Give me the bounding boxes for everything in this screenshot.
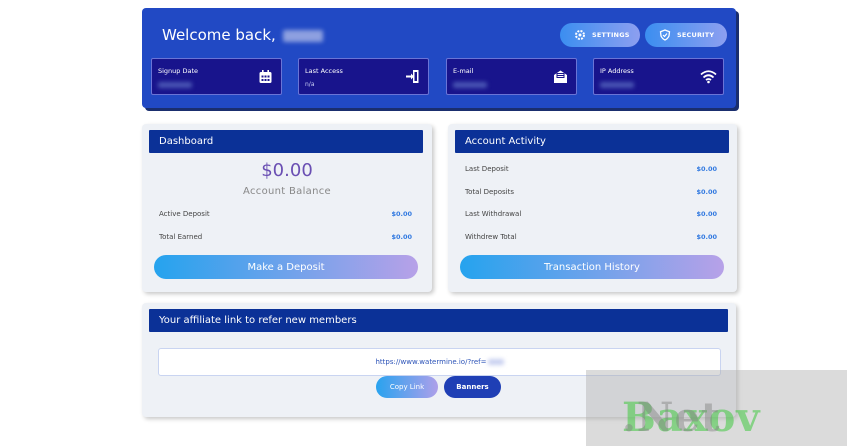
account-activity-card: Account Activity Last Deposit $0.00 Tota… [448,124,737,292]
row-label: Active Deposit [159,210,210,218]
withdrew-total-row: Withdrew Total $0.00 [465,233,717,245]
last-access-box: Last Access n/a [298,58,429,95]
total-deposits-row: Total Deposits $0.00 [465,188,717,200]
signup-date-box: Signup Date [151,58,282,95]
sign-in-icon [405,69,420,84]
username-redacted [282,29,323,42]
signup-date-label: Signup Date [158,67,199,75]
dashboard-title: Dashboard [149,130,423,153]
last-access-value: n/a [305,81,315,88]
settings-button[interactable]: SETTINGS [560,23,640,47]
shield-icon [659,29,671,41]
row-value: $0.00 [391,210,412,218]
watermark: Baxov .Net [586,370,847,446]
referral-code-redacted [487,359,504,365]
email-box: E-mail [446,58,577,95]
security-label: SECURITY [677,31,715,39]
total-earned-row: Total Earned $0.00 [159,233,412,245]
envelope-icon [553,69,568,84]
welcome-text: Welcome back, [162,26,323,44]
ip-address-label: IP Address [600,67,634,75]
affiliate-title: Your affiliate link to refer new members [149,309,728,332]
welcome-header: Welcome back, SETTINGS SECURITY Signup D… [142,8,736,108]
row-label: Total Deposits [465,188,514,196]
last-deposit-row: Last Deposit $0.00 [465,165,717,177]
row-value: $0.00 [696,165,717,173]
email-value-redacted [453,82,487,88]
gear-icon [574,29,586,41]
welcome-label: Welcome back, [162,26,276,44]
ip-address-value-redacted [600,82,634,88]
ip-address-box: IP Address [593,58,724,95]
transaction-history-button[interactable]: Transaction History [460,255,724,279]
signup-date-value-redacted [158,82,192,88]
row-value: $0.00 [391,233,412,241]
row-value: $0.00 [696,188,717,196]
row-value: $0.00 [696,233,717,241]
row-label: Last Deposit [465,165,509,173]
banners-button[interactable]: Banners [444,376,501,398]
row-label: Withdrew Total [465,233,517,241]
copy-link-button[interactable]: Copy Link [376,376,438,398]
dashboard-card: Dashboard $0.00 Account Balance Active D… [142,124,432,292]
calendar-icon [258,69,273,84]
security-button[interactable]: SECURITY [645,23,727,47]
row-value: $0.00 [696,210,717,218]
row-label: Total Earned [159,233,203,241]
account-balance-label: Account Balance [243,186,331,197]
email-label: E-mail [453,67,474,75]
make-deposit-button[interactable]: Make a Deposit [154,255,418,279]
last-withdrawal-row: Last Withdrawal $0.00 [465,210,717,222]
watermark-part2: .Net [622,394,721,441]
wifi-icon [700,69,717,84]
row-label: Last Withdrawal [465,210,522,218]
account-activity-title: Account Activity [455,130,729,153]
affiliate-link-text: https://www.watermine.io/?ref= [375,358,487,366]
account-balance-value: $0.00 [261,160,313,181]
last-access-label: Last Access [305,67,343,75]
active-deposit-row: Active Deposit $0.00 [159,210,412,222]
settings-label: SETTINGS [592,31,630,39]
